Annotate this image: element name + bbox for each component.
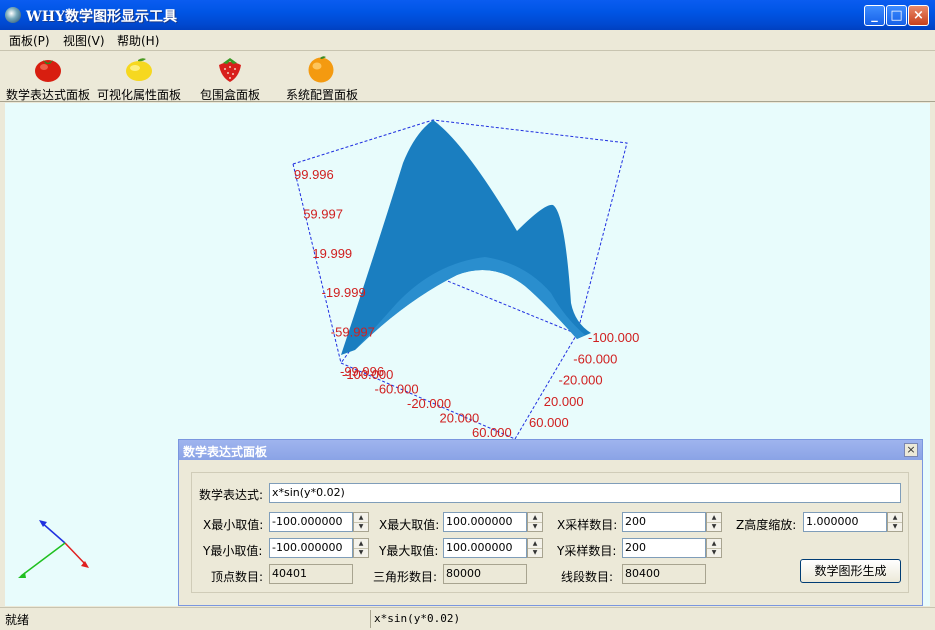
app-window: WHY数学图形显示工具 _ □ × 面板(P) 视图(V) 帮助(H) 数学表达… [0,0,935,630]
y-min-spinner[interactable]: ▲ ▼ [353,538,369,558]
triangle-count-label: 三角形数目: [373,570,438,584]
spin-down-icon[interactable]: ▼ [707,548,721,557]
vertex-count-field: 40401 [269,564,353,584]
x-tick-label: 20.000 [440,411,480,426]
orange-icon [308,56,334,83]
x-min-label: X最小取值: [203,518,264,532]
toolbar-bounding-box-button[interactable]: 包围盒面板 [200,51,262,102]
segment-count-field: 80400 [622,564,706,584]
toolbar-label: 系统配置面板 [286,88,359,102]
x-max-label: X最大取值: [379,518,440,532]
spin-down-icon[interactable]: ▼ [888,522,902,531]
x-max-spinner[interactable]: ▲ ▼ [527,512,543,532]
x-min-spinner[interactable]: ▲ ▼ [353,512,369,532]
z-scale-input[interactable]: 1.000000 [803,512,887,532]
vertex-count-label: 顶点数目: [211,570,264,584]
axes-gizmo [18,520,89,578]
y-tick-label: 60.000 [529,415,569,430]
y-min-input[interactable]: -100.000000 [269,538,353,558]
y-tick-label: -60.000 [573,351,617,366]
close-button[interactable]: × [908,5,929,26]
expression-panel: 数学表达式面板 × 数学表达式: x*sin(y*0.02) X最小取值: -1… [178,439,923,606]
y-max-label: Y最大取值: [379,544,439,558]
toolbar: 数学表达式面板 可视化属性面板 包围盒面板 系统配置面板 [0,51,935,102]
tomato-icon [35,60,61,82]
z-tick-label: -59.997 [331,325,375,340]
x-axis-labels: -100.000-60.000-20.00020.00060.000 [342,367,512,440]
y-tick-label: -100.000 [588,330,639,345]
z-scale-label: Z高度缩放: [736,518,797,532]
status-text: 就绪 [5,613,30,627]
menu-bar: 面板(P) 视图(V) 帮助(H) [0,30,935,51]
spin-down-icon[interactable]: ▼ [354,548,368,557]
strawberry-icon [219,58,241,82]
panel-title-bar[interactable]: 数学表达式面板 × [179,440,922,460]
spin-down-icon[interactable]: ▼ [528,522,542,531]
x-samples-input[interactable]: 200 [622,512,706,532]
status-bar: 就绪 x*sin(y*0.02) [0,607,935,630]
z-tick-label: 19.999 [312,246,352,261]
y-max-spinner[interactable]: ▲ ▼ [527,538,543,558]
y-samples-label: Y采样数目: [557,544,617,558]
y-max-input[interactable]: 100.000000 [443,538,527,558]
z-tick-label: -19.999 [322,285,366,300]
x-tick-label: 60.000 [472,425,512,440]
toolbar-label: 可视化属性面板 [97,88,182,102]
minimize-button[interactable]: _ [864,5,885,26]
app-globe-icon [5,7,21,23]
z-tick-label: 59.997 [303,206,343,221]
toolbar-label: 包围盒面板 [200,88,261,102]
menu-panel[interactable]: 面板(P) [9,32,50,49]
panel-title: 数学表达式面板 [183,445,268,459]
y-tick-label: -20.000 [559,373,603,388]
x-min-input[interactable]: -100.000000 [269,512,353,532]
toolbar-expression-panel-button[interactable]: 数学表达式面板 [6,51,92,102]
segment-count-label: 线段数目: [561,570,614,584]
x-tick-label: -20.000 [407,396,451,411]
y-samples-input[interactable]: 200 [622,538,706,558]
y-samples-spinner[interactable]: ▲ ▼ [706,538,722,558]
title-bar[interactable]: WHY数学图形显示工具 _ □ × [0,0,935,30]
expression-label: 数学表达式: [199,488,264,502]
toolbar-system-config-button[interactable]: 系统配置面板 [286,51,360,102]
x-samples-spinner[interactable]: ▲ ▼ [706,512,722,532]
maximize-button[interactable]: □ [886,5,907,26]
z-tick-label: 99.996 [294,167,334,182]
y-axis-labels: -100.000 -60.000 -20.000 20.000 60.000 [529,330,639,430]
x-samples-label: X采样数目: [557,518,618,532]
spin-down-icon[interactable]: ▼ [354,522,368,531]
spin-down-icon[interactable]: ▼ [707,522,721,531]
generate-button[interactable]: 数学图形生成 [800,559,901,583]
menu-help[interactable]: 帮助(H) [117,32,159,49]
y-tick-label: 20.000 [544,394,584,409]
lemon-icon [126,58,152,81]
status-divider [370,610,371,628]
toolbar-label: 数学表达式面板 [6,88,91,102]
y-min-label: Y最小取值: [203,544,263,558]
z-scale-spinner[interactable]: ▲ ▼ [887,512,903,532]
x-tick-label: -60.000 [375,382,419,397]
x-tick-label: -100.000 [342,367,393,382]
spin-down-icon[interactable]: ▼ [528,548,542,557]
status-expression: x*sin(y*0.02) [374,612,461,625]
window-title: WHY数学图形显示工具 [26,9,177,25]
panel-close-button[interactable]: × [904,443,918,457]
surface [341,120,591,355]
x-max-input[interactable]: 100.000000 [443,512,527,532]
menu-view[interactable]: 视图(V) [63,32,105,49]
toolbar-visual-properties-button[interactable]: 可视化属性面板 [97,51,183,102]
triangle-count-field: 80000 [443,564,527,584]
expression-input[interactable]: x*sin(y*0.02) [269,483,901,503]
